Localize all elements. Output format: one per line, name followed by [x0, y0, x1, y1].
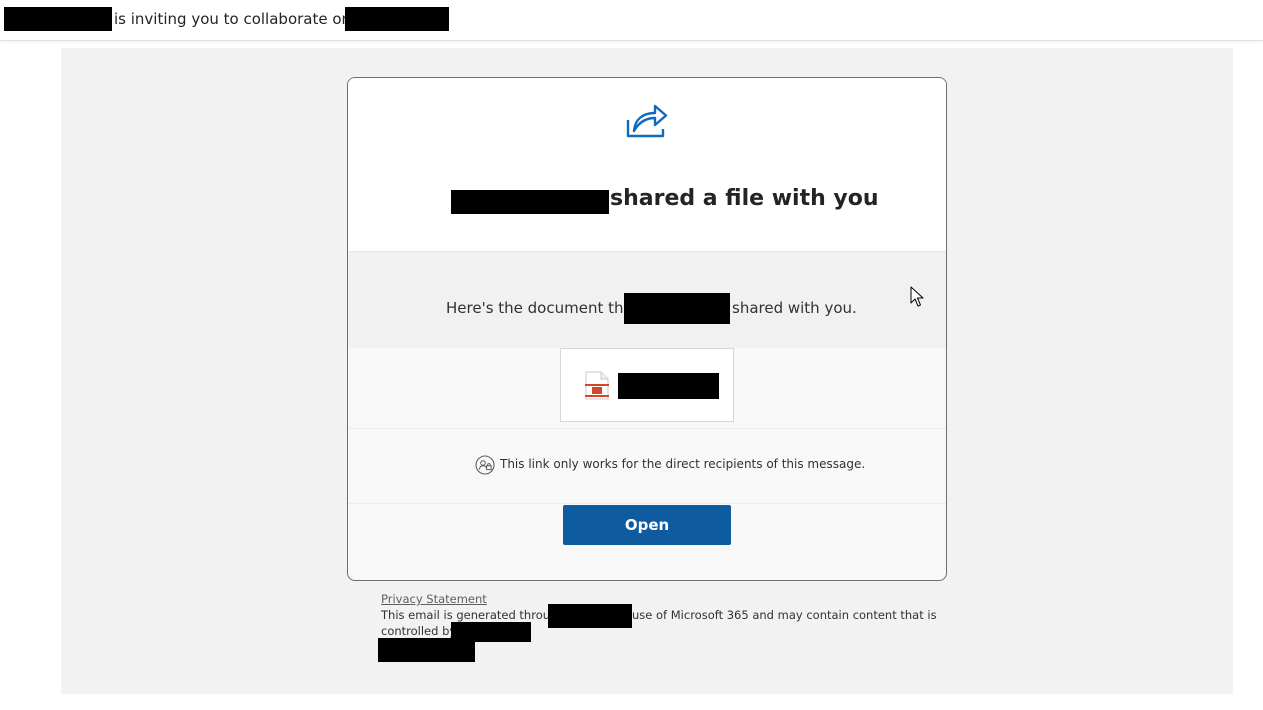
- footer-disclaimer-suffix: use of Microsoft 365 and may contain con…: [632, 608, 937, 622]
- redacted-sharer-name: [451, 190, 609, 214]
- email-subject-text: is inviting you to collaborate on: [114, 10, 352, 28]
- share-message-prefix: Here's the document that: [446, 299, 639, 317]
- mouse-cursor-icon: [910, 286, 924, 307]
- divider: [348, 503, 946, 504]
- share-card: shared a file with you Here's the docume…: [347, 77, 947, 581]
- footer-disclaimer-line2: controlled by: [381, 622, 531, 642]
- footer-disclaimer-prefix: This email is generated through: [381, 608, 565, 622]
- presentation-file-icon: [585, 371, 609, 400]
- redacted-organization-name-3: [378, 638, 475, 662]
- redacted-file-name: [345, 7, 449, 31]
- privacy-statement-link[interactable]: Privacy Statement: [381, 592, 487, 606]
- footer-controlled-by: controlled by: [381, 624, 457, 638]
- open-button[interactable]: Open: [563, 505, 731, 545]
- redacted-organization-name: [548, 604, 632, 628]
- card-header: shared a file with you: [348, 78, 946, 252]
- shared-file-tile[interactable]: [560, 348, 734, 422]
- divider: [348, 428, 946, 429]
- redacted-sharer-name-inline: [624, 293, 730, 324]
- share-message: Here's the document that shared with you…: [348, 252, 946, 348]
- share-message-suffix: shared with you.: [732, 299, 857, 317]
- people-lock-icon: [475, 455, 495, 475]
- card-title-text: shared a file with you: [610, 186, 879, 211]
- email-subject-bar: is inviting you to collaborate on: [0, 0, 1263, 41]
- redacted-sender-name: [4, 7, 112, 31]
- recipient-notice-text: This link only works for the direct reci…: [500, 457, 866, 471]
- share-icon: [626, 104, 668, 138]
- redacted-file-name-tile: [618, 373, 719, 399]
